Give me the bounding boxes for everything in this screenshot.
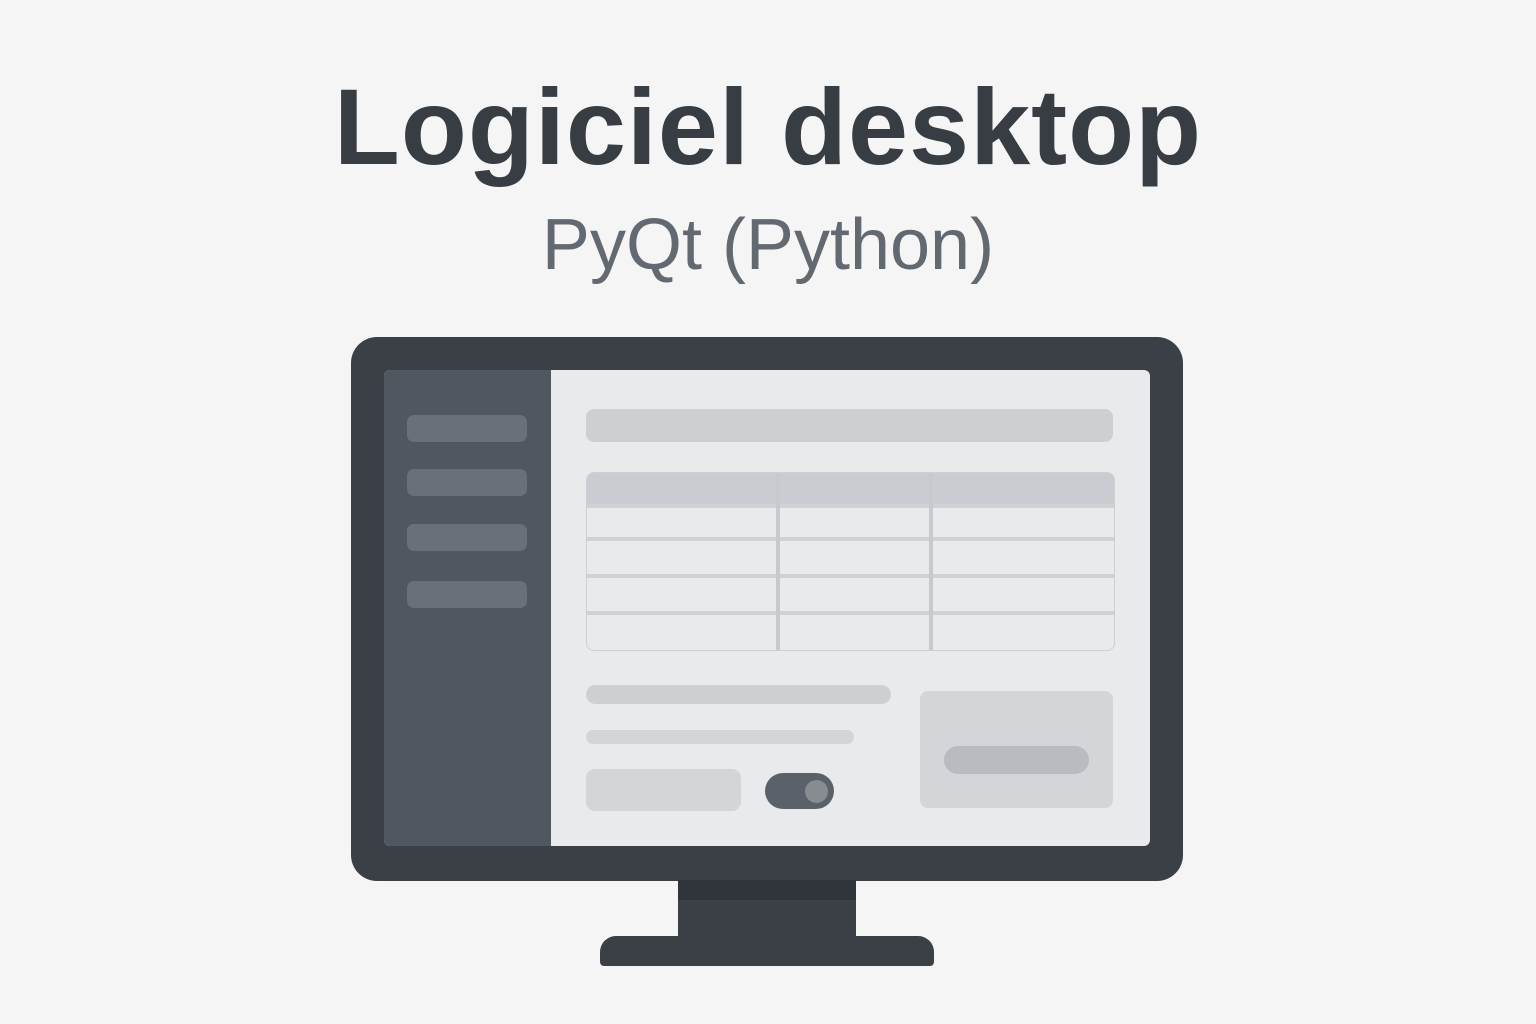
sidebar-item-1[interactable] [407,415,527,442]
table-row-divider [587,537,1114,541]
table-row-divider [587,574,1114,578]
page: Logiciel desktop PyQt (Python) [0,0,1536,1024]
info-card [920,691,1113,808]
sidebar-item-4[interactable] [407,581,527,608]
table-row-divider [587,611,1114,615]
table-row-divider [587,504,1114,508]
text-placeholder-line [586,685,891,704]
monitor-base [600,936,934,966]
monitor-screen [384,370,1150,846]
table-header [587,473,1114,504]
text-placeholder-line [586,730,854,744]
table-column-divider [929,473,933,650]
page-subtitle: PyQt (Python) [541,205,995,285]
sidebar-item-2[interactable] [407,469,527,496]
app-sidebar [384,370,551,846]
data-table [586,472,1115,651]
sidebar-item-3[interactable] [407,524,527,551]
table-column-divider [776,473,780,650]
toggle-switch[interactable] [765,773,834,809]
monitor-neck-shadow [678,880,856,900]
card-button[interactable] [944,746,1089,774]
toggle-knob [805,780,828,803]
page-title: Logiciel desktop [333,66,1203,187]
input-field[interactable] [586,769,741,811]
toolbar-bar[interactable] [586,409,1113,442]
